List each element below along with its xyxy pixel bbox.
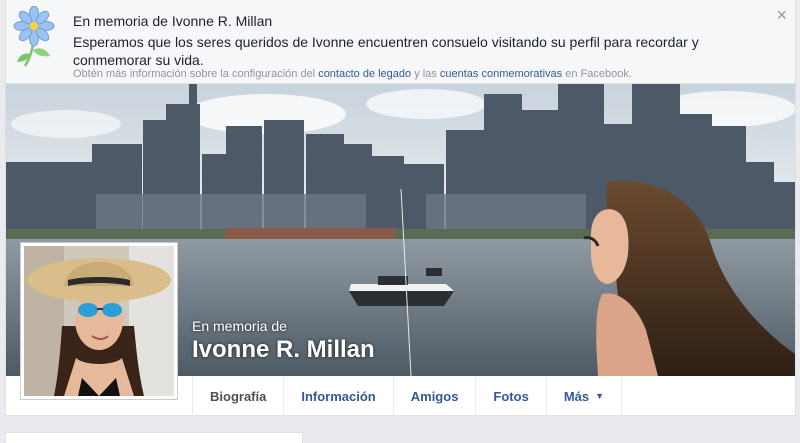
memorial-banner: En memoria de Ivonne R. Millan Esperamos… [5, 0, 796, 84]
memorial-label: En memoria de [192, 318, 287, 334]
cover-label: En memoria de Ivonne R. Millan [192, 318, 375, 364]
footnote-suffix: en Facebook. [562, 68, 632, 80]
banner-footnote: Obtén más información sobre la configura… [73, 68, 632, 80]
tab-about[interactable]: Información [284, 376, 394, 416]
profile-picture[interactable] [20, 242, 178, 400]
avatar [24, 246, 174, 396]
tab-more[interactable]: Más ▼ [547, 376, 623, 416]
memorial-flower-icon [13, 6, 55, 67]
banner-message: Esperamos que los seres queridos de Ivon… [73, 34, 699, 68]
tab-label: Información [301, 388, 376, 404]
tab-timeline[interactable]: Biografía [192, 376, 285, 416]
tab-photos[interactable]: Fotos [476, 376, 547, 416]
timeline-tabs: Biografía Información Amigos Fotos Más ▼ [192, 376, 623, 416]
banner-title: En memoria de Ivonne R. Millan [73, 13, 273, 29]
tab-label: Biografía [210, 388, 267, 404]
chevron-down-icon: ▼ [595, 391, 605, 401]
profile-name[interactable]: Ivonne R. Millan [192, 336, 375, 364]
footnote-prefix: Obtén más información sobre la configura… [73, 68, 319, 80]
tab-label: Amigos [410, 388, 459, 404]
tab-label: Fotos [493, 388, 529, 404]
tab-label: Más [563, 388, 590, 404]
legacy-contact-link[interactable]: contacto de legado [318, 68, 411, 80]
tab-friends[interactable]: Amigos [394, 376, 477, 416]
close-icon[interactable]: × [776, 6, 787, 24]
memorial-accounts-link[interactable]: cuentas conmemorativas [440, 68, 562, 80]
timeline-header: En memoria de Ivonne R. Millan Biografía… [5, 84, 796, 416]
footnote-mid: y las [411, 68, 440, 80]
left-column-card [5, 432, 303, 443]
